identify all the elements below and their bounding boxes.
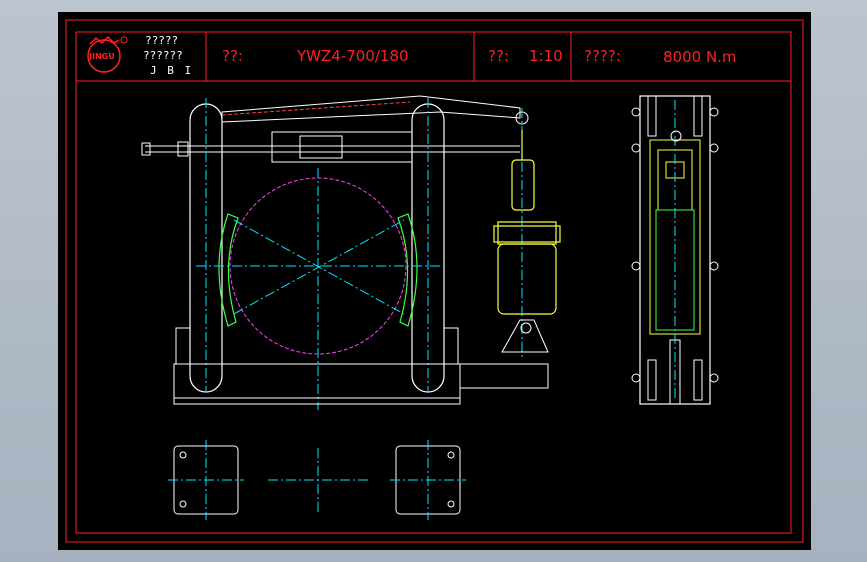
side-view [631, 95, 719, 405]
scale-label: ??: [488, 47, 509, 65]
thruster [493, 130, 561, 315]
company-line-1: ????? [145, 34, 179, 47]
torque-label: ????: [584, 47, 621, 65]
model-label: ??: [222, 47, 243, 65]
outer-border [65, 19, 804, 543]
model-value: YWZ4-700/180 [297, 47, 409, 65]
torque-value: 8000 N.m [663, 48, 737, 66]
company-line-2: ?????? [143, 49, 183, 62]
scale-value: 1:10 [529, 47, 563, 65]
cad-drawing [65, 19, 804, 543]
logo-text: JINGU [89, 52, 115, 61]
front-view [141, 95, 561, 410]
right-brake-shoe [397, 213, 418, 327]
company-line-3: J B I [150, 64, 194, 77]
